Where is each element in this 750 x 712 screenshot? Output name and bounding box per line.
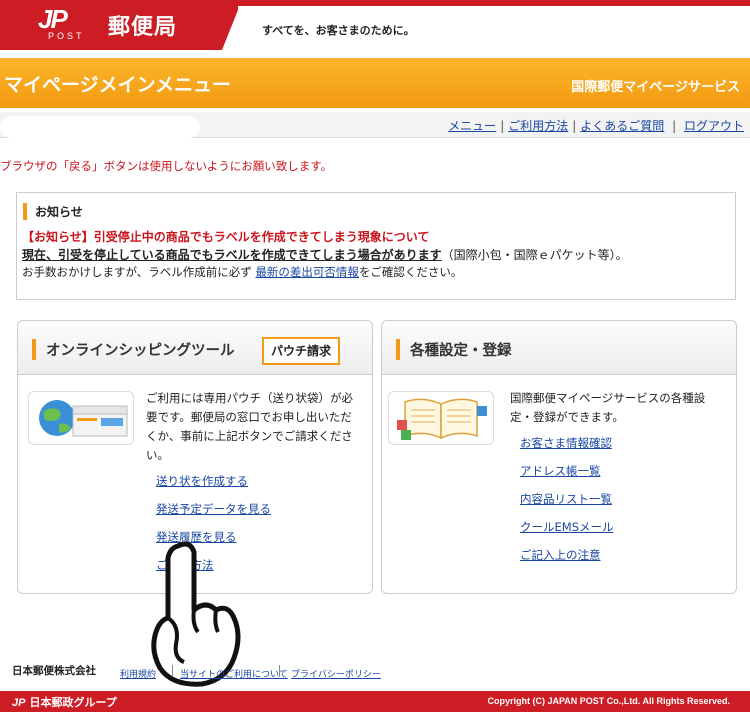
settings-description: 国際郵便マイページサービスの各種設定・登録ができます。 [510,391,706,424]
list-item: 内容品リスト一覧 [520,491,614,519]
user-name-redacted [0,116,200,138]
group-name: 日本郵政グループ [29,696,117,709]
latest-shipping-info-link[interactable]: 最新の差出可否情報 [255,265,359,279]
site-usage-link[interactable]: 当サイトのご利用について [180,667,288,680]
shipping-tool-description: ご利用には専用パウチ（送り状袋）が必要です。郵便局の窓口でお申し出いただくか、事… [146,391,353,462]
japan-post-logo[interactable]: JP POST [38,4,96,42]
title-bar: マイページメインメニュー 国際郵便マイページサービス [0,58,750,108]
cool-ems-mail-link[interactable]: クールEMSメール [520,520,614,534]
page-title: マイページメインメニュー [4,74,232,96]
brand-name[interactable]: 郵便局 [108,9,177,41]
list-item: 発送予定データを見る [156,501,271,529]
privacy-policy-link[interactable]: プライバシーポリシー [291,667,381,680]
nav-logout-link[interactable]: ログアウト [684,119,744,133]
list-item: お客さま情報確認 [520,435,614,463]
scheduled-data-link[interactable]: 発送予定データを見る [156,502,271,516]
footer-links-row: 日本郵便株式会社 利用規約 当サイトのご利用について プライバシーポリシー [0,662,750,682]
panel-header: 各種設定・登録 [382,321,736,375]
group-logo-mark: JP [12,697,26,709]
contents-list-link[interactable]: 内容品リスト一覧 [520,492,612,506]
create-label-link[interactable]: 送り状を作成する [156,474,248,488]
list-item: 送り状を作成する [156,473,271,501]
nav-separator: | [668,119,680,133]
notice-instruction-prefix: お手数おかけしますが、ラベル作成前に必ず [22,265,252,279]
tagline: すべてを、お客さまのために。 [262,24,415,37]
corp-name: 日本郵便株式会社 [12,665,96,677]
footer-separator [172,665,173,677]
customer-info-link[interactable]: お客さま情報確認 [520,436,612,450]
list-item: ご記入上の注意 [520,547,614,575]
site-header: JP POST 郵便局 すべてを、お客さまのために。 [0,0,750,50]
settings-panel: 各種設定・登録 国際郵便マイページサービスの各種設定・登録ができます。 お客さま… [381,320,737,594]
footer-separator [279,665,280,677]
service-name: 国際郵便マイページサービス [571,80,740,95]
notice-body: 現在、引受を停止している商品でもラベルを作成できてしまう場合があります（国際小包… [22,246,628,263]
shipping-tool-title: オンラインシッピングツール [32,339,235,360]
terms-link[interactable]: 利用規約 [120,667,156,680]
notice-headline: 【お知らせ】引受停止中の商品でもラベルを作成できてしまう現象について [22,230,430,244]
top-nav-links: メニュー | ご利用方法 | よくあるご質問 | ログアウト [448,117,744,134]
filling-notes-link[interactable]: ご記入上の注意 [520,548,601,562]
list-item: アドレス帳一覧 [520,463,614,491]
settings-links: お客さま情報確認 アドレス帳一覧 内容品リスト一覧 クールEMSメール ご記入上… [520,435,614,575]
notice-body-rest: （国際小包・国際ｅパケット等）。 [441,248,628,262]
notice-instruction-suffix: をご確認ください。 [358,265,463,279]
address-book-link[interactable]: アドレス帳一覧 [520,464,601,478]
nav-menu-link[interactable]: メニュー [448,119,496,133]
back-button-warning: ブラウザの「戻る」ボタンは使用しないようにお願い致します。 [0,159,333,173]
nav-usage-link[interactable]: ご利用方法 [508,119,568,133]
notice-box: お知らせ 【お知らせ】引受停止中の商品でもラベルを作成できてしまう現象について … [16,192,736,300]
panel-header: オンラインシッピングツール パウチ請求 [18,321,372,375]
open-book-illustration [388,391,494,445]
pouch-request-button[interactable]: パウチ請求 [262,337,340,365]
user-nav-bar: メニュー | ご利用方法 | よくあるご質問 | ログアウト [0,112,750,138]
globe-icon [39,400,128,437]
nav-separator: | [500,119,505,133]
notice-emphasis: 現在、引受を停止している商品でもラベルを作成できてしまう場合があります [22,248,442,262]
logo-post-text: POST [48,31,85,41]
book-icon [397,398,487,440]
nav-separator: | [572,119,577,133]
copyright-text: Copyright (C) JAPAN POST Co.,Ltd. All Ri… [487,696,730,706]
nav-faq-link[interactable]: よくあるご質問 [580,119,664,133]
notice-instruction: お手数おかけしますが、ラベル作成前に必ず 最新の差出可否情報をご確認ください。 [22,264,462,280]
footer-bar: JP 日本郵政グループ Copyright (C) JAPAN POST Co.,… [0,691,750,712]
list-item: クールEMSメール [520,519,614,547]
notice-title: お知らせ [23,203,83,220]
globe-parcel-illustration [28,391,134,445]
settings-title: 各種設定・登録 [396,339,512,360]
japan-post-group-logo: JP 日本郵政グループ [12,694,117,710]
